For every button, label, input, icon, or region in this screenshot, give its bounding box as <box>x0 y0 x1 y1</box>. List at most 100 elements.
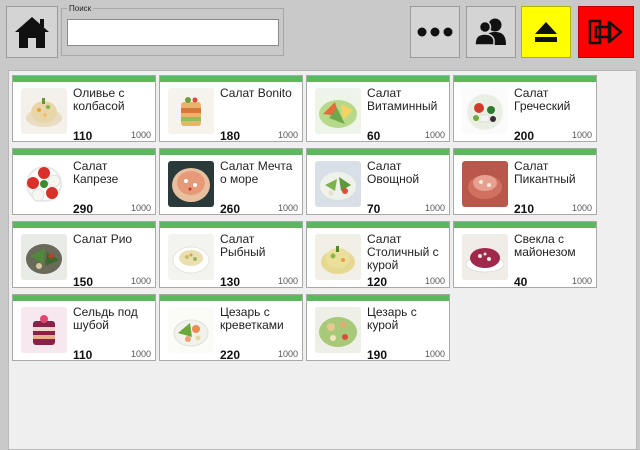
product-image <box>462 234 508 280</box>
product-price: 120 <box>367 275 388 289</box>
card-status-bar <box>307 295 449 301</box>
product-price: 180 <box>220 129 241 143</box>
product-name: Салат Столичный с курой <box>367 232 439 272</box>
card-status-bar <box>160 222 302 228</box>
product-name: Салат Капрезе <box>73 159 119 186</box>
product-quantity: 1000 <box>277 130 298 140</box>
product-card[interactable]: Салат Капрезе 290 1000 <box>12 148 156 216</box>
product-price: 130 <box>220 275 241 289</box>
product-name: Салат Витаминный <box>367 86 438 113</box>
product-name: Салат Bonito <box>220 86 292 100</box>
product-image <box>21 161 67 207</box>
product-quantity: 1000 <box>424 203 445 213</box>
product-image <box>21 307 67 353</box>
product-quantity: 1000 <box>277 203 298 213</box>
product-quantity: 1000 <box>130 203 151 213</box>
product-quantity: 1000 <box>130 130 151 140</box>
product-name: Свекла с майонезом <box>514 232 576 259</box>
product-quantity: 1000 <box>424 130 445 140</box>
card-status-bar <box>307 76 449 82</box>
product-image <box>168 161 214 207</box>
product-card[interactable]: Салат Греческий 200 1000 <box>453 75 597 143</box>
product-quantity: 1000 <box>277 349 298 359</box>
product-price: 220 <box>220 348 241 362</box>
product-quantity: 1000 <box>130 276 151 286</box>
more-button[interactable] <box>410 6 460 58</box>
product-card[interactable]: Салат Столичный с курой 120 1000 <box>306 221 450 289</box>
card-status-bar <box>160 149 302 155</box>
product-card[interactable]: Цезарь с курой 190 1000 <box>306 294 450 362</box>
product-card[interactable]: Салат Рио 150 1000 <box>12 221 156 289</box>
product-image <box>168 307 214 353</box>
card-status-bar <box>13 222 155 228</box>
eject-icon <box>535 22 557 42</box>
product-price: 110 <box>73 348 93 362</box>
product-price: 260 <box>220 202 241 216</box>
product-price: 110 <box>73 129 93 143</box>
card-status-bar <box>307 149 449 155</box>
card-status-bar <box>13 295 155 301</box>
users-button[interactable] <box>466 6 516 58</box>
product-price: 190 <box>367 348 388 362</box>
product-image <box>315 234 361 280</box>
home-icon <box>15 17 49 48</box>
product-image <box>168 88 214 134</box>
users-icon <box>474 18 506 46</box>
product-price: 210 <box>514 202 535 216</box>
product-name: Оливье с колбасой <box>73 86 125 113</box>
product-quantity: 1000 <box>277 276 298 286</box>
product-quantity: 1000 <box>424 349 445 359</box>
product-name: Салат Греческий <box>514 86 571 113</box>
product-price: 290 <box>73 202 94 216</box>
top-toolbar: Поиск <box>0 0 640 66</box>
product-name: Цезарь с креветками <box>220 305 284 332</box>
product-image <box>462 88 508 134</box>
exit-icon <box>588 19 623 45</box>
product-quantity: 1000 <box>571 276 592 286</box>
product-name: Салат Мечта о море <box>220 159 293 186</box>
product-image <box>21 88 67 134</box>
eject-button[interactable] <box>521 6 571 58</box>
product-image <box>315 88 361 134</box>
product-quantity: 1000 <box>571 130 592 140</box>
product-image <box>21 234 67 280</box>
card-status-bar <box>160 76 302 82</box>
product-name: Салат Пикантный <box>514 159 576 186</box>
product-name: Салат Овощной <box>367 159 420 186</box>
product-card[interactable]: Салат Мечта о море 260 1000 <box>159 148 303 216</box>
product-card[interactable]: Салат Овощной 70 1000 <box>306 148 450 216</box>
product-card[interactable]: Сельдь под шубой 110 1000 <box>12 294 156 362</box>
product-card[interactable]: Салат Bonito 180 1000 <box>159 75 303 143</box>
search-label: Поиск <box>67 4 94 14</box>
product-card[interactable]: Свекла с майонезом 40 1000 <box>453 221 597 289</box>
product-image <box>168 234 214 280</box>
product-grid: Оливье с колбасой 110 1000 Салат Bonito … <box>8 70 637 450</box>
card-status-bar <box>160 295 302 301</box>
product-card[interactable]: Оливье с колбасой 110 1000 <box>12 75 156 143</box>
product-card[interactable]: Цезарь с креветками 220 1000 <box>159 294 303 362</box>
product-quantity: 1000 <box>130 349 151 359</box>
card-status-bar <box>13 149 155 155</box>
search-input[interactable] <box>67 19 279 46</box>
card-status-bar <box>307 222 449 228</box>
product-price: 200 <box>514 129 535 143</box>
product-price: 70 <box>367 202 381 216</box>
product-price: 40 <box>514 275 528 289</box>
card-status-bar <box>13 76 155 82</box>
logout-button[interactable] <box>578 6 634 58</box>
card-status-bar <box>454 149 596 155</box>
product-card[interactable]: Салат Витаминный 60 1000 <box>306 75 450 143</box>
ellipsis-icon <box>417 27 453 37</box>
product-card[interactable]: Салат Пикантный 210 1000 <box>453 148 597 216</box>
home-button[interactable] <box>6 6 58 58</box>
product-image <box>315 307 361 353</box>
product-name: Цезарь с курой <box>367 305 417 332</box>
search-group: Поиск <box>61 4 284 56</box>
card-status-bar <box>454 222 596 228</box>
product-image <box>315 161 361 207</box>
product-image <box>462 161 508 207</box>
product-quantity: 1000 <box>424 276 445 286</box>
product-name: Сельдь под шубой <box>73 305 138 332</box>
product-price: 150 <box>73 275 94 289</box>
product-card[interactable]: Салат Рыбный 130 1000 <box>159 221 303 289</box>
